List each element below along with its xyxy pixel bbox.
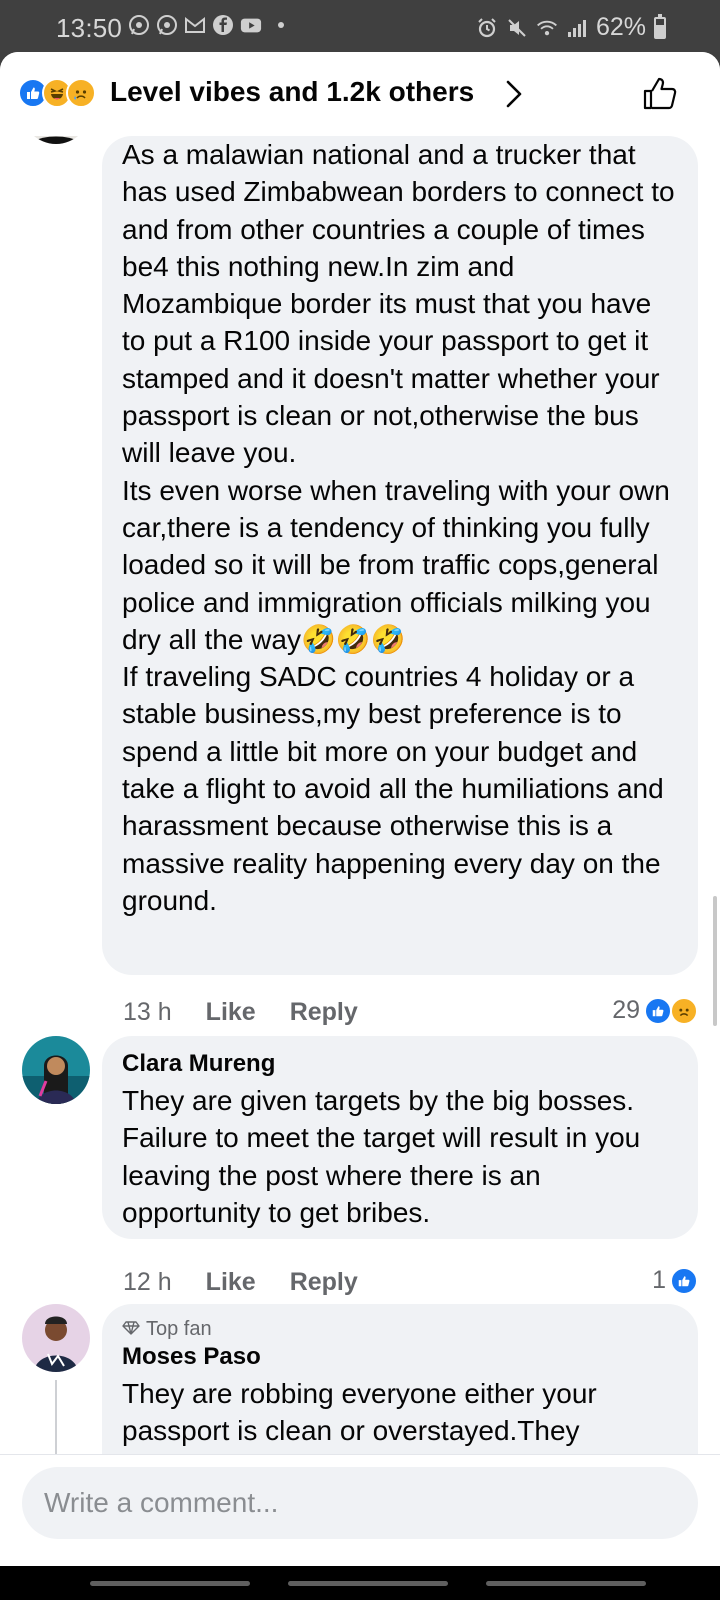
avatar[interactable]: [22, 1304, 90, 1372]
battery-icon: [654, 13, 666, 39]
avatar[interactable]: [22, 136, 90, 144]
reactions-header[interactable]: Level vibes and 1.2k others: [0, 52, 720, 136]
top-fan-badge: Top fan: [122, 1318, 678, 1341]
whatsapp-icon: [128, 14, 150, 36]
scrollbar[interactable]: [713, 896, 717, 1026]
nav-handle[interactable]: [90, 1581, 250, 1586]
navigation-bar: [0, 1566, 720, 1600]
comment-actions: 13 h Like Reply: [123, 998, 358, 1027]
comment-text: They are robbing everyone either your pa…: [122, 1378, 605, 1447]
top-fan-label: Top fan: [146, 1318, 212, 1340]
sad-reaction-icon: [670, 996, 698, 1025]
wifi-icon: [536, 17, 558, 39]
like-button[interactable]: Like: [206, 998, 256, 1027]
avatar[interactable]: [22, 1036, 90, 1104]
reaction-icons: [18, 78, 96, 108]
comment-text: They are given targets by the big bosses…: [122, 1085, 649, 1228]
reaction-count: 29: [612, 996, 640, 1024]
comment-list[interactable]: As a malawian national and a trucker tha…: [0, 136, 720, 1456]
like-reaction-icon: [644, 996, 672, 1025]
like-outline-icon[interactable]: [642, 76, 678, 117]
battery-percentage: 62%: [595, 13, 646, 41]
status-bar: 13:50 62%: [0, 0, 720, 52]
mute-icon: [506, 17, 528, 39]
chevron-right-icon[interactable]: [505, 79, 523, 114]
signal-icon: [566, 17, 588, 39]
thread-line: [55, 1380, 57, 1456]
comment-composer: [0, 1454, 720, 1566]
youtube-icon: [240, 14, 262, 36]
comment-reactions[interactable]: 29: [612, 996, 698, 1025]
like-reaction-icon: [670, 1266, 698, 1295]
facebook-icon: [212, 14, 234, 36]
alarm-icon: [476, 17, 498, 39]
system-icons: 62%: [476, 13, 666, 42]
comment-bubble[interactable]: As a malawian national and a trucker tha…: [102, 136, 698, 975]
whatsapp-icon: [156, 14, 178, 36]
gmail-icon: [184, 14, 206, 36]
comment-text: As a malawian national and a trucker tha…: [122, 139, 675, 916]
reply-button[interactable]: Reply: [290, 998, 358, 1027]
like-button[interactable]: Like: [206, 1268, 256, 1297]
more-notifications-dot: [278, 22, 284, 28]
nav-handle[interactable]: [486, 1581, 646, 1586]
comment-reactions[interactable]: 1: [652, 1266, 698, 1295]
comment-bubble[interactable]: Top fan Moses Paso They are robbing ever…: [102, 1304, 698, 1456]
comment-time: 12 h: [123, 1268, 172, 1296]
notification-icons: [128, 14, 284, 36]
comment-author[interactable]: Clara Mureng: [122, 1050, 678, 1078]
diamond-icon: [122, 1318, 140, 1341]
reactions-summary: Level vibes and 1.2k others: [110, 76, 475, 107]
status-time: 13:50: [56, 13, 123, 43]
comment-actions: 12 h Like Reply: [123, 1268, 358, 1297]
sad-reaction-icon: [66, 78, 96, 108]
comments-sheet: Level vibes and 1.2k others As a malawia…: [0, 52, 720, 1566]
reply-button[interactable]: Reply: [290, 1268, 358, 1297]
reaction-count: 1: [652, 1266, 666, 1294]
nav-handle[interactable]: [288, 1581, 448, 1586]
comment-bubble[interactable]: Clara Mureng They are given targets by t…: [102, 1036, 698, 1239]
comment-time: 13 h: [123, 998, 172, 1026]
comment-author[interactable]: Moses Paso: [122, 1343, 678, 1371]
comment-input[interactable]: [22, 1467, 698, 1539]
